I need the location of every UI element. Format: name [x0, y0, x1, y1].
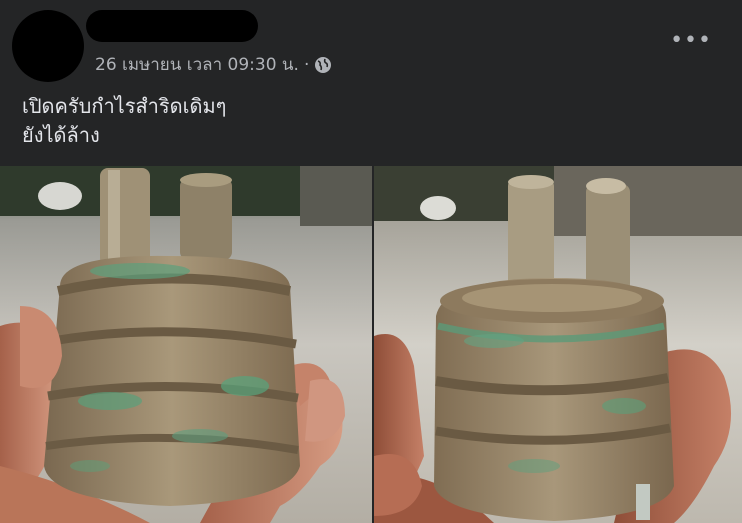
post-text: เปิดครับกำไรสำริดเดิมๆ ยังได้ล้าง: [22, 92, 226, 150]
post-header: 26 เมษายน เวลา 09:30 น. · •••: [0, 0, 742, 88]
author-name-redacted[interactable]: [86, 10, 258, 42]
post-text-line-2: ยังได้ล้าง: [22, 123, 100, 147]
post-timestamp[interactable]: 26 เมษายน เวลา 09:30 น.: [95, 51, 299, 78]
meta-separator: ·: [303, 54, 310, 75]
photo-left[interactable]: [0, 166, 372, 523]
photo-right[interactable]: [374, 166, 742, 523]
globe-icon[interactable]: [314, 56, 332, 74]
facebook-post: 26 เมษายน เวลา 09:30 น. · ••• เปิดครับกำ…: [0, 0, 742, 523]
photo-grid: [0, 166, 742, 523]
post-text-line-1: เปิดครับกำไรสำริดเดิมๆ: [22, 94, 227, 118]
avatar[interactable]: [12, 10, 84, 82]
more-options-icon[interactable]: •••: [670, 30, 712, 52]
post-meta: 26 เมษายน เวลา 09:30 น. ·: [95, 51, 332, 78]
